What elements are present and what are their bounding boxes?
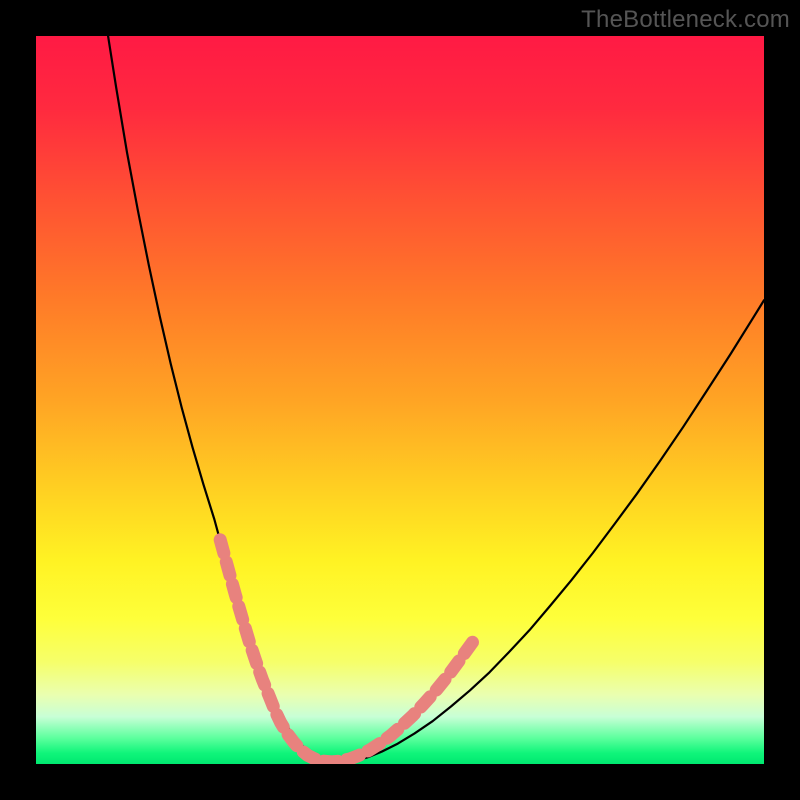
- plot-area: [36, 36, 764, 764]
- chart-svg: [36, 36, 764, 764]
- chart-frame: TheBottleneck.com: [0, 0, 800, 800]
- watermark-text: TheBottleneck.com: [581, 6, 790, 34]
- gradient-background: [36, 36, 764, 764]
